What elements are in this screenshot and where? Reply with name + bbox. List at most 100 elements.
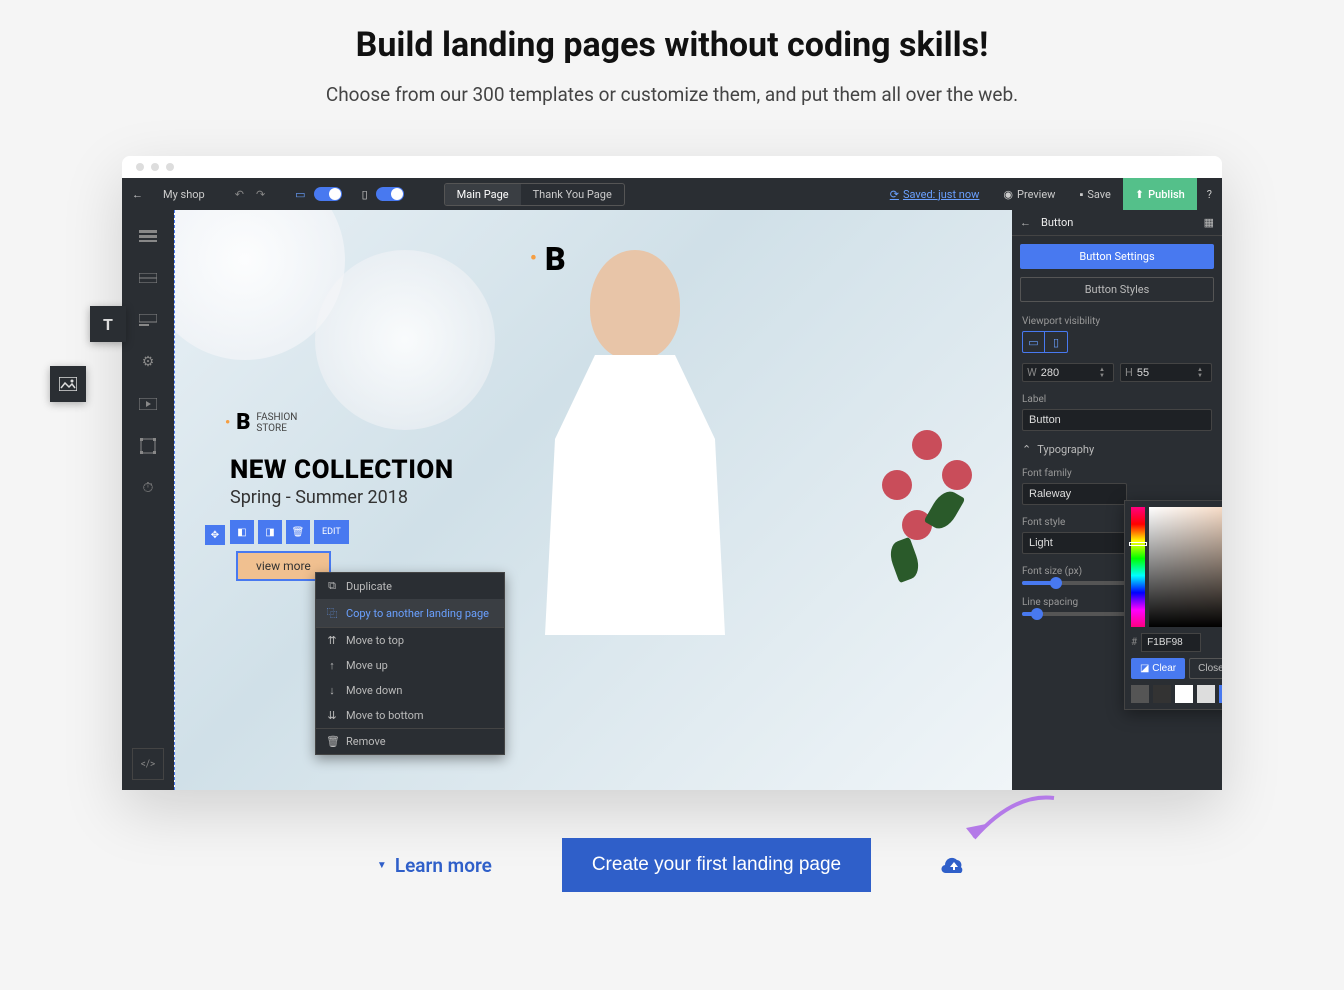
settings-icon[interactable]: ⚙ bbox=[132, 346, 164, 378]
color-picker: # % ◪ Clear Close ♥ bbox=[1124, 500, 1222, 710]
viewport-desktop-icon[interactable]: ▭ bbox=[1023, 332, 1045, 352]
width-stepper[interactable]: ▲▼ bbox=[1099, 367, 1109, 379]
editor-window: ← My shop ↶ ↷ ▭ ▯ Main Page Thank You Pa… bbox=[122, 156, 1222, 790]
text-tool-icon[interactable]: T bbox=[90, 306, 126, 342]
desktop-icon[interactable]: ▭ bbox=[295, 188, 305, 201]
code-icon[interactable]: </> bbox=[132, 748, 164, 780]
ctx-copy-to-page[interactable]: ⿻Copy to another landing page bbox=[316, 599, 504, 627]
mobile-toggle[interactable] bbox=[376, 187, 404, 201]
form-icon[interactable] bbox=[132, 304, 164, 336]
box-icon[interactable] bbox=[132, 430, 164, 462]
width-field[interactable]: W ▲▼ bbox=[1022, 363, 1114, 382]
flowers-decoration bbox=[872, 410, 992, 610]
publish-button[interactable]: ⬆ Publish bbox=[1123, 178, 1197, 210]
preview-button[interactable]: ◉ Preview bbox=[991, 178, 1067, 210]
widget-settings-icon[interactable]: ◧ bbox=[230, 520, 254, 544]
context-menu: ⧉Duplicate ⿻Copy to another landing page… bbox=[315, 572, 505, 755]
color-swatch[interactable] bbox=[1175, 685, 1193, 703]
delete-icon[interactable]: 🗑 bbox=[286, 520, 310, 544]
viewport-toggle: ▭ ▯ bbox=[1022, 331, 1068, 353]
video-icon[interactable] bbox=[132, 388, 164, 420]
image-tool-icon[interactable] bbox=[50, 366, 86, 402]
save-icon: ▪ bbox=[1079, 188, 1083, 201]
subhead-text[interactable]: Spring - Summer 2018 bbox=[230, 487, 454, 508]
hero-subtitle: Choose from our 300 templates or customi… bbox=[0, 83, 1344, 106]
height-stepper[interactable]: ▲▼ bbox=[1197, 367, 1207, 379]
help-icon[interactable]: ? bbox=[1197, 188, 1222, 201]
section-icon[interactable] bbox=[132, 220, 164, 252]
button-styles-tab[interactable]: Button Styles bbox=[1020, 277, 1214, 302]
saved-status[interactable]: ⟳ Saved: just now bbox=[878, 188, 992, 201]
ctx-duplicate[interactable]: ⧉Duplicate bbox=[316, 573, 504, 599]
hex-input[interactable] bbox=[1141, 633, 1201, 652]
timer-icon[interactable]: ⏱ bbox=[132, 472, 164, 504]
move-handle-icon[interactable]: ✥ bbox=[205, 525, 225, 545]
grid-icon[interactable]: ▦ bbox=[1204, 216, 1214, 229]
ctx-move-down[interactable]: ↓Move down bbox=[316, 678, 504, 703]
ctx-move-bottom[interactable]: ⇊Move to bottom bbox=[316, 703, 504, 728]
height-field[interactable]: H ▲▼ bbox=[1120, 363, 1212, 382]
editor-body: ⚙ ⏱ </> • B • B bbox=[122, 210, 1222, 790]
row-icon[interactable] bbox=[132, 262, 164, 294]
hash-label: # bbox=[1131, 637, 1137, 648]
color-swatch[interactable] bbox=[1219, 685, 1222, 703]
cloud-upload-icon[interactable] bbox=[941, 855, 967, 875]
typography-section[interactable]: ⌃ Typography bbox=[1012, 437, 1222, 462]
ctx-remove[interactable]: 🗑Remove bbox=[316, 729, 504, 754]
window-traffic-lights bbox=[122, 156, 1222, 178]
panel-title: Button bbox=[1041, 216, 1073, 229]
label-label: Label bbox=[1022, 394, 1212, 405]
saturation-area[interactable] bbox=[1149, 507, 1222, 627]
undo-icon[interactable]: ↶ bbox=[235, 188, 244, 201]
store-logo: • B FASHIONSTORE bbox=[225, 410, 297, 435]
editor-topbar: ← My shop ↶ ↷ ▭ ▯ Main Page Thank You Pa… bbox=[122, 178, 1222, 210]
button-settings-tab[interactable]: Button Settings bbox=[1020, 244, 1214, 269]
learn-more-link[interactable]: ▼ Learn more bbox=[377, 854, 492, 877]
hero-title: Build landing pages without coding skill… bbox=[0, 25, 1344, 65]
editor-screenshot: T ← My shop ↶ ↷ ▭ ▯ Main Page Thank You … bbox=[122, 156, 1222, 790]
clock-icon: ⟳ bbox=[890, 188, 899, 201]
mobile-icon[interactable]: ▯ bbox=[362, 188, 368, 201]
logo-b: B bbox=[545, 240, 566, 278]
redo-icon[interactable]: ↷ bbox=[256, 188, 265, 201]
logo-dot: • bbox=[530, 248, 537, 269]
save-button[interactable]: ▪ Save bbox=[1067, 178, 1122, 210]
upload-icon: ⬆ bbox=[1135, 188, 1144, 201]
panel-back-icon[interactable]: ← bbox=[1020, 216, 1031, 229]
color-swatch[interactable] bbox=[1153, 685, 1171, 703]
viewport-mobile-icon[interactable]: ▯ bbox=[1045, 332, 1067, 352]
color-swatches bbox=[1131, 685, 1222, 703]
label-input[interactable] bbox=[1022, 409, 1212, 431]
height-input[interactable] bbox=[1137, 367, 1172, 379]
tab-main-page[interactable]: Main Page bbox=[445, 184, 521, 205]
tab-thank-you[interactable]: Thank You Page bbox=[521, 184, 624, 205]
desktop-toggle[interactable] bbox=[314, 187, 342, 201]
width-input[interactable] bbox=[1041, 367, 1076, 379]
clear-color-button[interactable]: ◪ Clear bbox=[1131, 658, 1185, 679]
widget-style-icon[interactable]: ◨ bbox=[258, 520, 282, 544]
bottom-actions: ▼ Learn more Create your first landing p… bbox=[0, 838, 1344, 892]
color-swatch[interactable] bbox=[1131, 685, 1149, 703]
close-color-button[interactable]: Close bbox=[1189, 658, 1222, 679]
color-swatch[interactable] bbox=[1197, 685, 1215, 703]
hue-slider[interactable] bbox=[1131, 507, 1145, 627]
caret-down-icon: ▼ bbox=[377, 860, 387, 871]
undo-redo: ↶ ↷ bbox=[235, 188, 265, 201]
create-landing-page-button[interactable]: Create your first landing page bbox=[562, 838, 871, 892]
ctx-move-top[interactable]: ⇈Move to top bbox=[316, 628, 504, 653]
shop-name[interactable]: My shop bbox=[153, 188, 215, 201]
headline-text[interactable]: NEW COLLECTION bbox=[230, 455, 454, 485]
ctx-move-up[interactable]: ↑Move up bbox=[316, 653, 504, 678]
properties-panel: ← Button ▦ Button Settings Button Styles… bbox=[1012, 210, 1222, 790]
chevron-down-icon: ⌃ bbox=[1022, 443, 1031, 456]
font-family-input[interactable] bbox=[1022, 483, 1127, 505]
viewport-label: Viewport visibility bbox=[1022, 316, 1212, 327]
headline-block: NEW COLLECTION Spring - Summer 2018 bbox=[230, 455, 454, 508]
page-tabs: Main Page Thank You Page bbox=[444, 183, 625, 206]
device-toggles: ▭ ▯ bbox=[295, 187, 403, 201]
edit-button[interactable]: EDIT bbox=[314, 520, 349, 544]
font-style-input[interactable] bbox=[1022, 532, 1127, 554]
back-button[interactable]: ← bbox=[122, 188, 153, 201]
canvas-area[interactable]: • B • B FASHIONSTORE NEW COLLECTION Spri… bbox=[174, 210, 1012, 790]
clear-icon: ◪ bbox=[1140, 663, 1149, 674]
